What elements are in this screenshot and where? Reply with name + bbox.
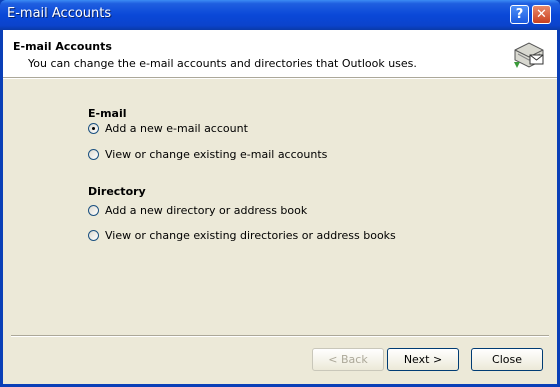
header-subtitle: You can change the e-mail accounts and d…: [28, 57, 417, 70]
header-divider: [3, 77, 557, 79]
radio-button[interactable]: [88, 204, 99, 216]
mail-accounts-icon: [514, 42, 544, 68]
footer-divider: [11, 335, 549, 337]
help-button[interactable]: ?: [510, 5, 529, 24]
radio-button-selected[interactable]: [88, 122, 99, 134]
dialog-body: E-mail Accounts You can change the e-mai…: [3, 30, 557, 384]
dialog-window: E-mail Accounts ? ✕ E-mail Accounts You …: [0, 0, 560, 387]
email-section-heading: E-mail: [88, 107, 127, 120]
radio-button[interactable]: [88, 148, 99, 160]
radio-add-email-account[interactable]: Add a new e-mail account: [88, 121, 248, 135]
radio-label[interactable]: View or change existing e-mail accounts: [105, 148, 327, 161]
back-button[interactable]: < Back: [312, 348, 384, 371]
radio-label[interactable]: Add a new directory or address book: [105, 204, 307, 217]
window-title: E-mail Accounts: [7, 6, 112, 21]
next-button[interactable]: Next >: [387, 348, 459, 371]
directory-section-heading: Directory: [88, 185, 146, 198]
radio-button[interactable]: [88, 229, 99, 241]
radio-view-directories[interactable]: View or change existing directories or a…: [88, 228, 396, 242]
radio-label[interactable]: Add a new e-mail account: [105, 122, 248, 135]
wizard-header: E-mail Accounts You can change the e-mai…: [3, 30, 557, 77]
radio-view-email-accounts[interactable]: View or change existing e-mail accounts: [88, 147, 327, 161]
radio-label[interactable]: View or change existing directories or a…: [105, 229, 396, 242]
title-bar[interactable]: E-mail Accounts ? ✕: [0, 0, 560, 30]
close-window-button[interactable]: ✕: [532, 5, 551, 24]
radio-add-directory[interactable]: Add a new directory or address book: [88, 203, 307, 217]
close-button[interactable]: Close: [471, 348, 543, 371]
header-title: E-mail Accounts: [13, 40, 112, 53]
